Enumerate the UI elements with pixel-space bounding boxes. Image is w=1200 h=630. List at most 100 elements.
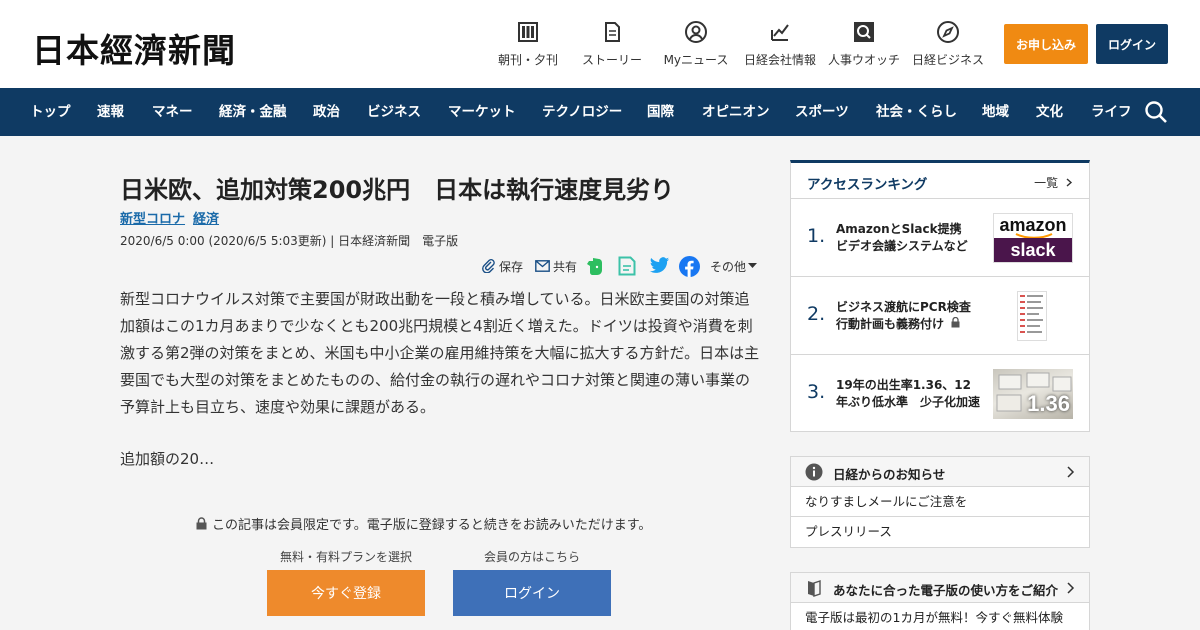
- nav-item-money[interactable]: マネー: [152, 88, 193, 136]
- main-nav: トップ 速報 マネー 経済・金融 政治 ビジネス マーケット テクノロジー 国際…: [0, 88, 1200, 136]
- utility-label: 日経ビジネス: [911, 53, 984, 67]
- nav-item-market[interactable]: マーケット: [448, 88, 516, 136]
- utility-my-news[interactable]: Myニュース: [651, 20, 741, 68]
- nav-item-politics[interactable]: 政治: [313, 88, 340, 136]
- utility-personnel-watch[interactable]: 人事ウオッチ: [819, 20, 909, 68]
- nav-item-sports[interactable]: スポーツ: [795, 88, 849, 136]
- rank-number: 2.: [807, 303, 826, 325]
- utility-label: Myニュース: [663, 53, 729, 67]
- more-share-button[interactable]: その他: [710, 256, 758, 276]
- nav-item-top[interactable]: トップ: [30, 88, 71, 136]
- ranking-all-link[interactable]: 一覧: [1034, 174, 1073, 191]
- guide-header[interactable]: あなたに合った電子版の使い方をご紹介: [791, 573, 1089, 603]
- apply-button[interactable]: お申し込み: [1004, 24, 1088, 64]
- article-login-button[interactable]: ログイン: [453, 570, 611, 616]
- utility-label: 人事ウオッチ: [827, 53, 900, 67]
- access-ranking: アクセスランキング 一覧 1. AmazonとSlack提携 ビデオ会議システム…: [790, 160, 1090, 432]
- nav-item-life[interactable]: ライフ: [1091, 88, 1132, 136]
- twitter-icon[interactable]: [649, 256, 670, 276]
- plan-select-label: 無料・有料プランを選択: [280, 550, 413, 564]
- site-header: 日本經濟新聞 朝刊・夕刊 ストーリー Myニュース 日経会社情報 人事ウオッチ: [0, 0, 1200, 88]
- compass-icon: [936, 20, 960, 44]
- nav-item-economy[interactable]: 経済・金融: [219, 88, 287, 136]
- article-body: 新型コロナウイルス対策で主要国が財政出動を一段と積み増している。日米欧主要国の対…: [120, 290, 760, 416]
- ranking-item-1[interactable]: 1. AmazonとSlack提携 ビデオ会議システムなど amazon sla…: [791, 199, 1089, 277]
- nav-item-technology[interactable]: テクノロジー: [542, 88, 622, 136]
- lock-icon: [951, 316, 960, 328]
- share-button[interactable]: 共有: [535, 256, 577, 276]
- guide-title: あなたに合った電子版の使い方をご紹介: [833, 583, 1059, 598]
- header-login-button[interactable]: ログイン: [1096, 24, 1168, 64]
- ranking-item-2[interactable]: 2. ビジネス渡航にPCR検査 行動計画も義務付け: [791, 277, 1089, 355]
- rank-headline: ビジネス渡航にPCR検査 行動計画も義務付け: [836, 299, 981, 333]
- tag-link-economy[interactable]: 経済: [193, 212, 219, 227]
- utility-company-info[interactable]: 日経会社情報: [735, 20, 825, 68]
- rank-number: 3.: [807, 381, 826, 403]
- nav-item-opinion[interactable]: オピニオン: [702, 88, 770, 136]
- nav-item-breaking[interactable]: 速報: [97, 88, 124, 136]
- search-icon[interactable]: [1144, 100, 1168, 124]
- mail-icon: [535, 260, 550, 272]
- utility-label: 日経会社情報: [743, 53, 816, 67]
- share-label: 共有: [553, 259, 578, 274]
- document-thumbnail: [1017, 291, 1047, 341]
- paywall-text: この記事は会員限定です。電子版に登録すると続きをお読みいただけます。: [212, 518, 652, 533]
- ranking-item-3[interactable]: 3. 19年の出生率1.36、12年ぶり低水準 少子化加速 1.36: [791, 355, 1089, 433]
- utility-label: ストーリー: [581, 53, 642, 67]
- ranking-header: アクセスランキング 一覧: [791, 163, 1089, 199]
- thumb-bottom-text: slack: [994, 238, 1072, 262]
- facebook-icon[interactable]: [679, 255, 700, 277]
- article-meta: 2020/6/5 0:00 (2020/6/5 5:03更新) | 日本経済新聞…: [120, 234, 459, 248]
- lock-icon: [196, 517, 207, 530]
- utility-label: 朝刊・夕刊: [497, 53, 558, 67]
- info-icon: [805, 463, 823, 481]
- paperclip-icon: [482, 259, 495, 273]
- caret-down-icon: [748, 263, 758, 268]
- nav-item-international[interactable]: 国際: [647, 88, 674, 136]
- book-icon: [808, 580, 821, 597]
- utility-nikkei-business[interactable]: 日経ビジネス: [903, 20, 993, 68]
- notices-header[interactable]: 日経からのお知らせ: [791, 457, 1089, 487]
- tag-link-covid[interactable]: 新型コロナ: [120, 212, 185, 227]
- document-icon: [600, 20, 624, 44]
- nav-item-culture[interactable]: 文化: [1036, 88, 1063, 136]
- chevron-right-icon: [1067, 466, 1075, 478]
- thumb-rate-text: 1.36: [1027, 391, 1070, 416]
- evernote-icon[interactable]: [586, 256, 604, 276]
- save-label: 保存: [499, 259, 524, 274]
- site-logo[interactable]: 日本經濟新聞: [32, 24, 236, 72]
- usage-guide: あなたに合った電子版の使い方をご紹介 電子版は最初の1カ月が無料！今すぐ無料体験: [790, 572, 1090, 630]
- amazon-slack-thumbnail: amazon slack: [993, 213, 1073, 263]
- notice-row[interactable]: プレスリリース: [791, 517, 1089, 547]
- chevron-right-icon: [1067, 582, 1075, 594]
- magnifier-icon: [852, 20, 876, 44]
- register-button[interactable]: 今すぐ登録: [267, 570, 425, 616]
- rank-headline: 19年の出生率1.36、12年ぶり低水準 少子化加速: [836, 378, 981, 409]
- utility-morning-evening[interactable]: 朝刊・夕刊: [483, 20, 573, 68]
- chart-pen-icon: [768, 20, 792, 44]
- paywall-note: この記事は会員限定です。電子版に登録すると続きをお読みいただけます。: [196, 514, 651, 533]
- nav-item-business[interactable]: ビジネス: [367, 88, 421, 136]
- rank-number: 1.: [807, 225, 826, 247]
- rank-headline: AmazonとSlack提携 ビデオ会議システムなど: [836, 222, 974, 253]
- ranking-all-label: 一覧: [1034, 176, 1059, 190]
- article-title: 日米欧、追加対策200兆円 日本は執行速度見劣り: [120, 176, 675, 204]
- notice-row[interactable]: なりすましメールにご注意を: [791, 487, 1089, 517]
- chevron-right-icon: [1066, 178, 1073, 187]
- article-continuation: 追加額の20…: [120, 450, 215, 468]
- nav-item-society[interactable]: 社会・くらし: [876, 88, 957, 136]
- nikkei-notices: 日経からのお知らせ なりすましメールにご注意を プレスリリース: [790, 456, 1090, 548]
- utility-story[interactable]: ストーリー: [567, 20, 657, 68]
- notices-title: 日経からのお知らせ: [833, 467, 946, 482]
- guide-row[interactable]: 電子版は最初の1カ月が無料！今すぐ無料体験: [791, 603, 1089, 630]
- save-button[interactable]: 保存: [482, 256, 523, 276]
- newspaper-icon: [516, 20, 540, 44]
- article-tags: 新型コロナ 経済: [120, 208, 227, 227]
- note-icon[interactable]: [618, 256, 636, 276]
- nav-item-region[interactable]: 地域: [982, 88, 1009, 136]
- person-icon: [684, 20, 708, 44]
- member-label: 会員の方はこちら: [484, 550, 581, 564]
- ranking-title: アクセスランキング: [807, 177, 928, 193]
- nursery-photo-thumbnail: 1.36: [993, 369, 1073, 419]
- more-label: その他: [710, 259, 747, 274]
